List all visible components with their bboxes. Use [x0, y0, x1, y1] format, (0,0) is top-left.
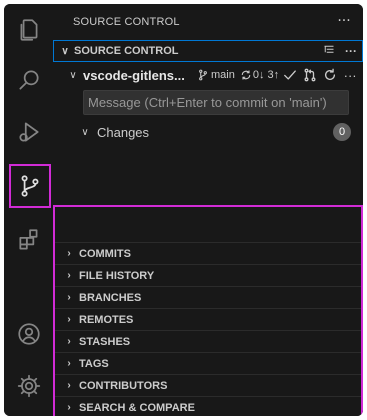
panel-commits[interactable]: › COMMITS — [55, 242, 361, 264]
section-title: SOURCE CONTROL — [74, 45, 179, 57]
sync-icon — [241, 70, 251, 80]
sync-counts: 0↓ 3↑ — [252, 69, 280, 81]
source-control-section-header[interactable]: ∨ SOURCE CONTROL ··· — [53, 40, 363, 62]
panel-branches[interactable]: › BRANCHES — [55, 286, 361, 308]
panel-label: SEARCH & COMPARE — [79, 401, 195, 414]
repository-name: vscode-gitlens... — [83, 67, 185, 83]
more-actions-icon[interactable]: ··· — [333, 10, 355, 32]
view-as-tree-icon[interactable] — [318, 44, 340, 59]
chevron-right-icon: › — [67, 358, 71, 369]
panel-file-history[interactable]: › FILE HISTORY — [55, 264, 361, 286]
commit-message-input[interactable]: Message (Ctrl+Enter to commit on 'main') — [83, 90, 349, 115]
panel-label: COMMITS — [79, 247, 131, 260]
chevron-down-icon: ∨ — [81, 126, 89, 138]
refresh-icon[interactable] — [321, 66, 339, 84]
chevron-down-icon: ∨ — [69, 69, 77, 81]
more-actions-icon[interactable]: ··· — [340, 44, 362, 58]
branch-icon — [199, 69, 207, 81]
accounts-icon[interactable] — [4, 310, 53, 358]
panel-label: TAGS — [79, 357, 109, 370]
chevron-right-icon: › — [67, 270, 71, 281]
chevron-right-icon: › — [67, 402, 71, 413]
chevron-right-icon: › — [67, 292, 71, 303]
chevron-right-icon: › — [67, 314, 71, 325]
panel-label: REMOTES — [79, 313, 134, 326]
vscode-window: SOURCE CONTROL ··· ∨ SOURCE CONTROL ··· … — [4, 4, 363, 416]
run-debug-icon[interactable] — [4, 108, 53, 156]
search-icon[interactable] — [4, 56, 53, 104]
manage-gear-icon[interactable] — [4, 362, 53, 410]
source-control-sidebar: SOURCE CONTROL ··· ∨ SOURCE CONTROL ··· … — [53, 4, 363, 416]
panel-stashes[interactable]: › STASHES — [55, 330, 361, 352]
panel-search-compare[interactable]: › SEARCH & COMPARE — [55, 396, 361, 416]
panel-label: BRANCHES — [79, 291, 142, 304]
chevron-right-icon: › — [67, 248, 71, 259]
changes-count-badge: 0 — [333, 123, 351, 141]
panel-tags[interactable]: › TAGS — [55, 352, 361, 374]
changes-label: Changes — [97, 124, 150, 140]
sync-indicator[interactable]: 0↓ 3↑ — [240, 69, 279, 81]
chevron-right-icon: › — [67, 380, 71, 391]
explorer-icon[interactable] — [4, 6, 53, 54]
more-actions-icon[interactable]: ··· — [341, 66, 359, 84]
repository-row[interactable]: ∨ vscode-gitlens... main 0↓ 3↑ ··· — [53, 64, 363, 86]
panel-contributors[interactable]: › CONTRIBUTORS — [55, 374, 361, 396]
chevron-down-icon: ∨ — [61, 45, 69, 57]
sidebar-title: SOURCE CONTROL — [73, 16, 180, 28]
chevron-right-icon: › — [67, 336, 71, 347]
activity-bar — [4, 4, 53, 416]
branch-indicator[interactable]: main — [197, 69, 235, 81]
gitlens-panels: › COMMITS › FILE HISTORY › BRANCHES › RE… — [53, 205, 363, 416]
panel-label: FILE HISTORY — [79, 269, 155, 282]
commit-check-icon[interactable] — [281, 66, 299, 84]
panel-label: CONTRIBUTORS — [79, 379, 168, 392]
panel-label: STASHES — [79, 335, 131, 348]
branch-name: main — [211, 69, 235, 81]
extensions-icon[interactable] — [4, 216, 53, 264]
pull-request-icon[interactable] — [301, 66, 319, 84]
panel-remotes[interactable]: › REMOTES — [55, 308, 361, 330]
changes-group[interactable]: ∨ Changes 0 — [53, 121, 363, 143]
source-control-icon[interactable] — [9, 164, 51, 208]
